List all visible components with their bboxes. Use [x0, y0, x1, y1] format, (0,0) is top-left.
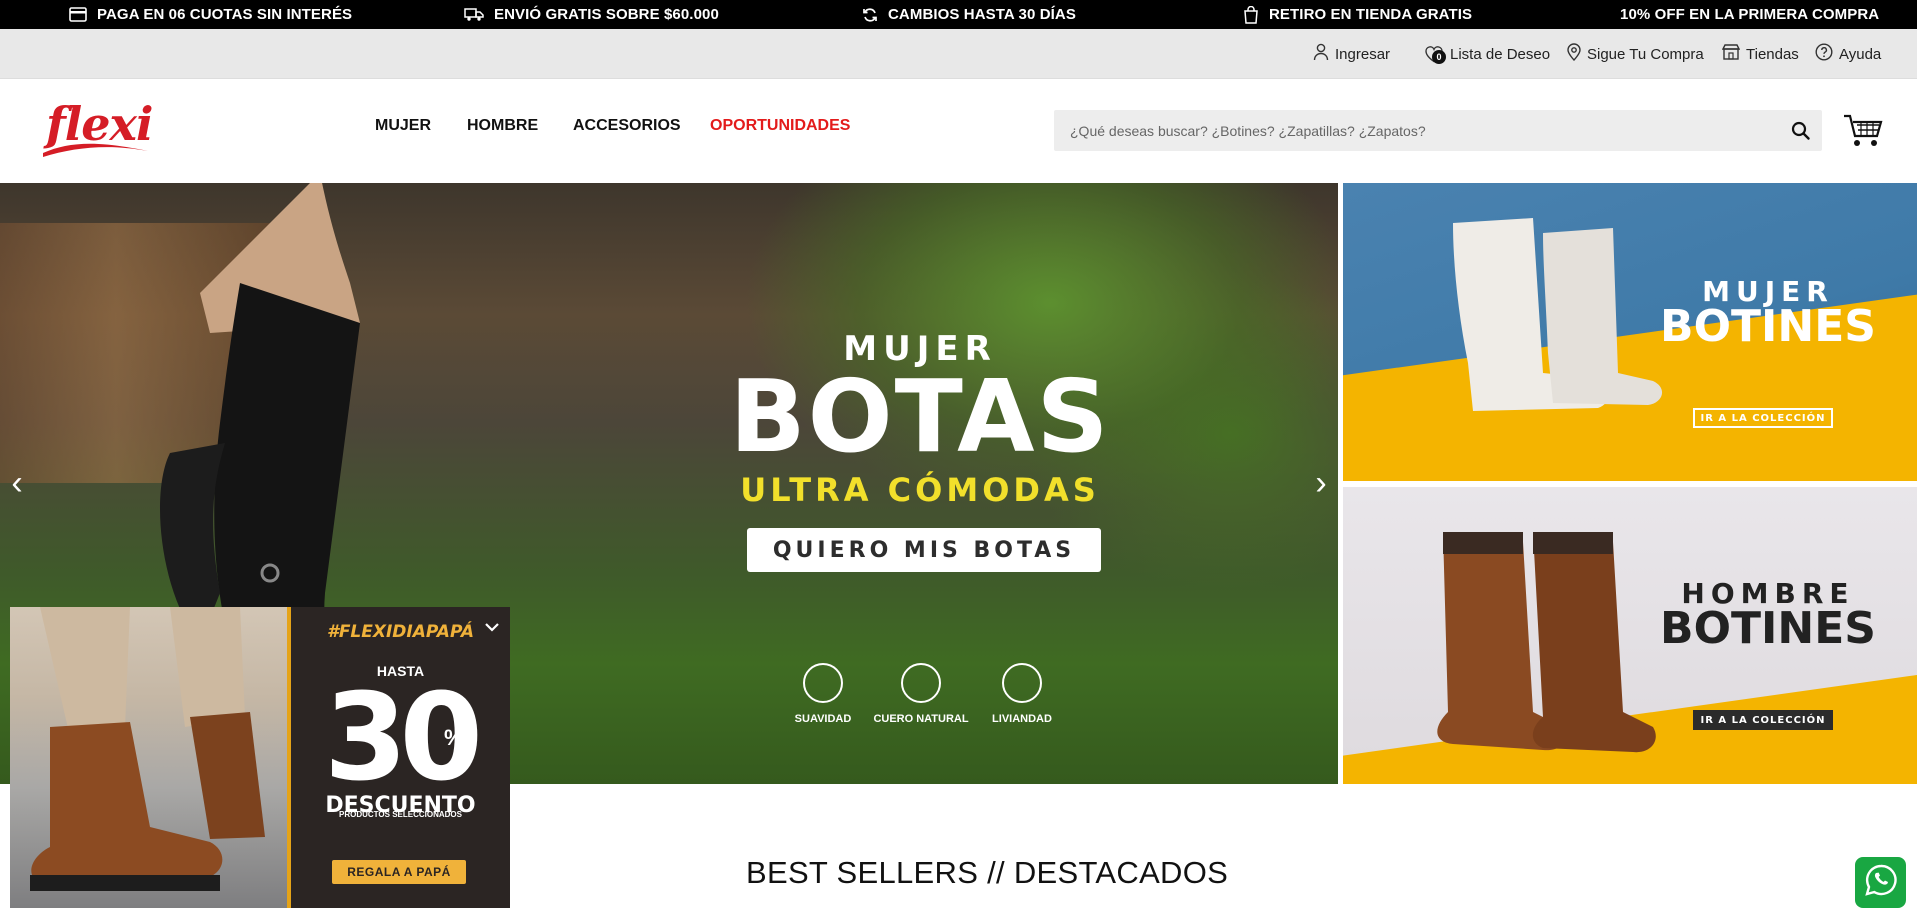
promo-shipping: ENVIÓ GRATIS SOBRE $60.000	[464, 0, 719, 29]
promo-returns: CAMBIOS HASTA 30 DÍAS	[862, 0, 1076, 29]
carousel-prev-button[interactable]: ‹	[6, 465, 28, 501]
promo-label: 10% OFF EN LA PRIMERA COMPRA	[1620, 6, 1880, 23]
whatsapp-icon	[1864, 863, 1898, 902]
best-sellers-title: BEST SELLERS // DESTACADOS	[746, 855, 1229, 890]
stores-label: Tiendas	[1746, 45, 1799, 63]
help-icon	[1815, 43, 1833, 65]
login-label: Ingresar	[1335, 45, 1391, 63]
heart-icon: 0	[1424, 44, 1446, 64]
banner-title: BOTINES	[1660, 603, 1876, 654]
location-pin-icon	[1567, 43, 1581, 65]
bag-icon	[1243, 5, 1259, 24]
promo-label: ENVIÓ GRATIS SOBRE $60.000	[494, 6, 719, 23]
refresh-icon	[862, 7, 878, 23]
banner-cta-button[interactable]: IR A LA COLECCIÓN	[1693, 408, 1833, 428]
feather-icon	[1002, 663, 1042, 703]
promo-popup[interactable]: #FLEXIDIAPAPÁ HASTA 30 % DESCUENTO PRODU…	[10, 607, 510, 908]
nav-accesorios[interactable]: ACCESORIOS	[573, 117, 681, 135]
promo-first-purchase: 10% OFF EN LA PRIMERA COMPRA	[1620, 0, 1879, 29]
store-icon	[1721, 44, 1741, 64]
hero-title: BOTAS	[729, 358, 1111, 475]
nav-hombre[interactable]: HOMBRE	[467, 117, 538, 135]
cart-icon	[1843, 114, 1883, 153]
promo-label: RETIRO EN TIENDA GRATIS	[1269, 6, 1473, 23]
feature-softness: SUAVIDAD	[768, 663, 878, 727]
truck-icon	[464, 7, 484, 22]
user-icon	[1313, 43, 1329, 65]
man-boot-illustration	[30, 607, 265, 891]
leather-icon	[901, 663, 941, 703]
logo-text: flexi	[46, 97, 153, 151]
popup-divider	[287, 607, 291, 908]
whatsapp-button[interactable]	[1855, 857, 1906, 908]
feature-label: LIVIANDAD	[992, 713, 1052, 725]
search-button[interactable]	[1790, 120, 1812, 142]
search-icon	[1790, 121, 1812, 146]
track-order-link[interactable]: Sigue Tu Compra	[1567, 29, 1704, 79]
feature-label: CUERO NATURAL	[873, 713, 969, 725]
cart-button[interactable]	[1843, 113, 1883, 149]
promo-label: CAMBIOS HASTA 30 DÍAS	[888, 6, 1076, 23]
popup-sublabel: PRODUCTOS SELECCIONADOS	[339, 810, 462, 819]
cloud-icon	[803, 663, 843, 703]
main-header: flexi MUJER HOMBRE ACCESORIOS OPORTUNIDA…	[0, 79, 1917, 183]
banner-mujer-botines[interactable]: MUJER BOTINES IR A LA COLECCIÓN	[1343, 183, 1917, 481]
nav-mujer[interactable]: MUJER	[375, 117, 431, 135]
brown-boots-illustration	[1437, 532, 1656, 753]
card-icon	[69, 7, 87, 22]
help-label: Ayuda	[1839, 45, 1882, 63]
nav-oportunidades[interactable]: OPORTUNIDADES	[710, 117, 850, 135]
wishlist-link[interactable]: 0 Lista de Deseo	[1424, 29, 1550, 79]
popup-cta-button[interactable]: REGALA A PAPÁ	[332, 860, 466, 884]
banner-title: BOTINES	[1660, 301, 1876, 352]
flexi-logo[interactable]: flexi	[40, 97, 153, 161]
promo-bar: PAGA EN 06 CUOTAS SIN INTERÉS ENVIÓ GRAT…	[0, 0, 1917, 29]
banner-cta-button[interactable]: IR A LA COLECCIÓN	[1693, 710, 1833, 730]
hero-cta-button[interactable]: QUIERO MIS BOTAS	[747, 528, 1101, 572]
feature-lightweight: LIVIANDAD	[967, 663, 1077, 727]
banner-hombre-botines[interactable]: HOMBRE BOTINES IR A LA COLECCIÓN	[1343, 487, 1917, 784]
search-box	[1054, 110, 1822, 151]
stores-link[interactable]: Tiendas	[1721, 29, 1799, 79]
wishlist-label: Lista de Deseo	[1450, 45, 1551, 63]
popup-percent-sign: %	[444, 725, 464, 750]
wishlist-count-badge: 0	[1432, 50, 1446, 64]
chevron-left-icon: ‹	[11, 464, 23, 502]
hero-tagline: ULTRA CÓMODAS	[740, 471, 1100, 509]
chevron-right-icon: ›	[1315, 464, 1327, 502]
promo-label: PAGA EN 06 CUOTAS SIN INTERÉS	[97, 6, 353, 23]
promo-installments: PAGA EN 06 CUOTAS SIN INTERÉS	[69, 0, 352, 29]
promo-pickup: RETIRO EN TIENDA GRATIS	[1243, 0, 1472, 29]
hero-copy: MUJER BOTAS ULTRA CÓMODAS	[720, 329, 1120, 509]
popup-hashtag: #FLEXIDIAPAPÁ	[326, 622, 475, 642]
login-link[interactable]: Ingresar	[1313, 29, 1390, 79]
feature-leather: CUERO NATURAL	[866, 663, 976, 727]
search-input[interactable]	[1054, 110, 1774, 151]
feature-label: SUAVIDAD	[794, 713, 852, 725]
track-order-label: Sigue Tu Compra	[1587, 45, 1704, 63]
carousel-next-button[interactable]: ›	[1310, 465, 1332, 501]
white-boots-illustration	[1453, 218, 1663, 411]
utility-bar: Ingresar 0 Lista de Deseo Sigue Tu Compr…	[0, 29, 1917, 79]
help-link[interactable]: Ayuda	[1815, 29, 1881, 79]
popup-photo	[10, 607, 287, 908]
